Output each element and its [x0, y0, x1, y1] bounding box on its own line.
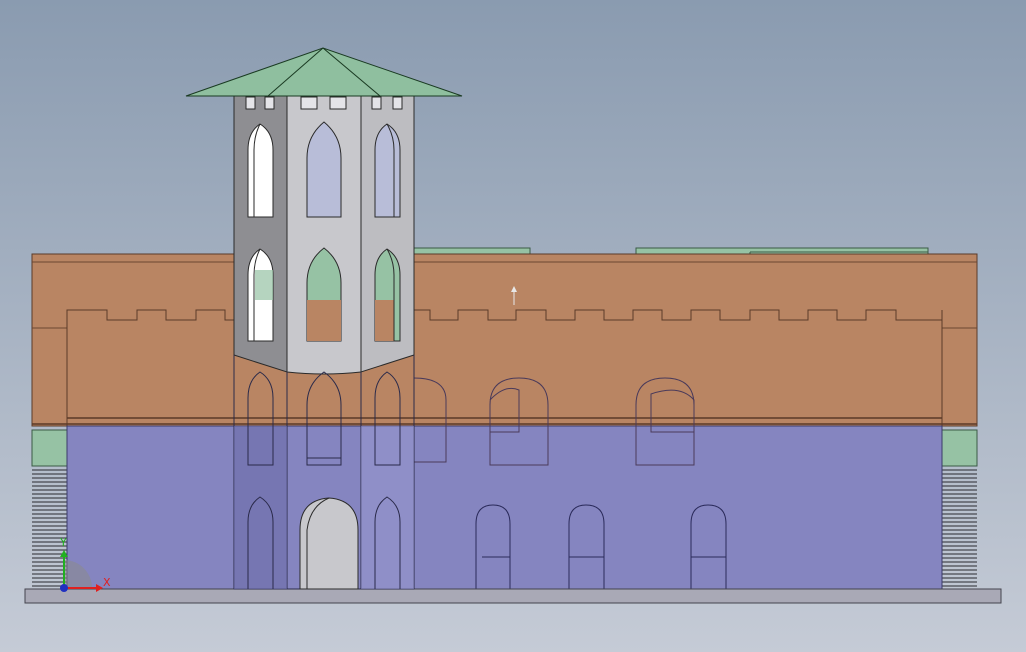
lower-wall: [66, 425, 943, 590]
tower-window-upper-center: [306, 121, 342, 218]
tower-notch-5: [371, 96, 382, 110]
tower-window-mid-center-lower: [307, 300, 341, 341]
y-axis-label: Y: [59, 536, 67, 549]
origin-dot: [60, 584, 68, 592]
tower-notch-6: [392, 96, 403, 110]
tower-notch-3: [300, 96, 318, 110]
tower-window-upper-right: [374, 123, 401, 218]
x-axis-label: X: [103, 576, 111, 589]
side-pad-left: [31, 429, 68, 467]
base-slab: [24, 588, 1002, 604]
cad-viewport[interactable]: X Y: [0, 0, 1026, 652]
tower-lower-right-shade: [361, 426, 414, 589]
tower-window-upper-left: [247, 123, 274, 218]
tower-lower-left-shade: [234, 426, 287, 589]
tower-notch-2: [264, 96, 275, 110]
battlement-wall: [66, 309, 943, 427]
tower-window-mid-left-tint: [255, 270, 273, 300]
building-model-view[interactable]: X Y: [0, 0, 1026, 652]
tower-door: [299, 497, 359, 590]
side-pad-right: [941, 429, 978, 467]
tower-notch-4: [329, 96, 347, 110]
tower-window-mid-right-lower: [375, 300, 394, 341]
tower-notch: [245, 96, 256, 110]
